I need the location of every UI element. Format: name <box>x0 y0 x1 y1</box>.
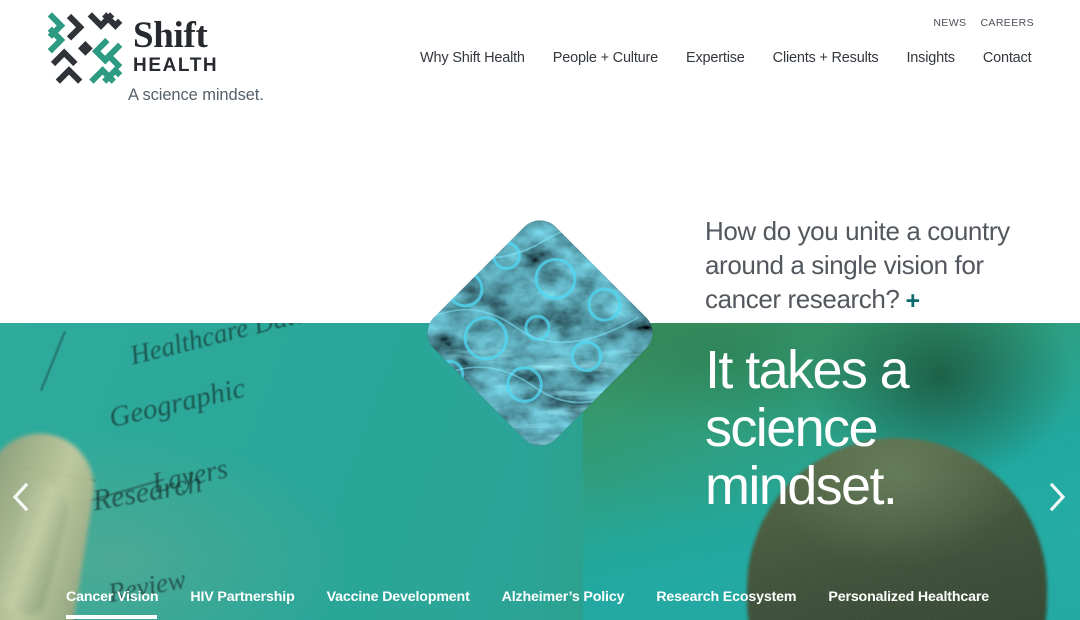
diamond-frame <box>418 211 662 455</box>
hero-question-line-2: around a single vision for <box>705 250 984 280</box>
logo[interactable]: Shift HEALTH <box>45 8 218 88</box>
hero-question: How do you unite a country around a sing… <box>705 214 1055 316</box>
handwriting-text: Geographic <box>106 371 249 435</box>
shift-health-logo-icon <box>47 12 123 84</box>
expand-plus-icon[interactable]: + <box>905 289 920 314</box>
nav-why-shift-health[interactable]: Why Shift Health <box>420 50 539 66</box>
nav-expertise[interactable]: Expertise <box>672 50 759 66</box>
utility-navigation: NEWS CAREERS <box>933 17 1034 29</box>
wordmark-primary: Shift <box>133 15 208 56</box>
main-navigation: Why Shift Health People + Culture Expert… <box>420 50 1045 66</box>
microscopy-image <box>418 211 662 455</box>
ink-stroke <box>40 330 66 392</box>
hero-question-line-3-wrap: cancer research? + <box>705 282 1055 316</box>
brand-tagline: A science mindset. <box>128 86 264 104</box>
hero-question-line-1: How do you unite a country <box>705 216 1010 246</box>
hero-question-line-3: cancer research? <box>705 284 900 314</box>
utility-nav-careers[interactable]: CAREERS <box>980 17 1034 29</box>
carousel-tab-strip: Cancer Vision HIV Partnership Vaccine De… <box>0 576 1080 620</box>
nav-contact[interactable]: Contact <box>969 50 1046 66</box>
nav-insights[interactable]: Insights <box>892 50 968 66</box>
tab-research-ecosystem[interactable]: Research Ecosystem <box>656 589 796 607</box>
hero-headline-line-2: science <box>705 398 879 458</box>
tab-vaccine-development[interactable]: Vaccine Development <box>327 589 470 607</box>
utility-nav-news[interactable]: NEWS <box>933 17 966 29</box>
handwriting-text: Research <box>89 465 205 518</box>
nav-people-culture[interactable]: People + Culture <box>539 50 672 66</box>
nav-clients-results[interactable]: Clients + Results <box>759 50 893 66</box>
tab-personalized-healthcare[interactable]: Personalized Healthcare <box>828 589 989 607</box>
handwriting-text: Healthcare Data <box>126 323 311 371</box>
tab-hiv-partnership[interactable]: HIV Partnership <box>190 589 294 607</box>
tab-alzheimers-policy[interactable]: Alzheimer’s Policy <box>502 589 625 607</box>
tab-cancer-vision[interactable]: Cancer Vision <box>66 589 159 619</box>
wordmark: Shift HEALTH <box>133 8 218 77</box>
wordmark-secondary: HEALTH <box>133 55 219 77</box>
hero-headline-line-3: mindset. <box>705 456 898 516</box>
carousel-next-arrow-icon[interactable] <box>1044 477 1070 517</box>
hero-headline-line-1: It takes a <box>705 340 910 400</box>
microscopy-diamond <box>415 208 665 458</box>
carousel-prev-arrow-icon[interactable] <box>8 477 34 517</box>
hero-headline: It takes a science mindset. <box>705 340 910 516</box>
